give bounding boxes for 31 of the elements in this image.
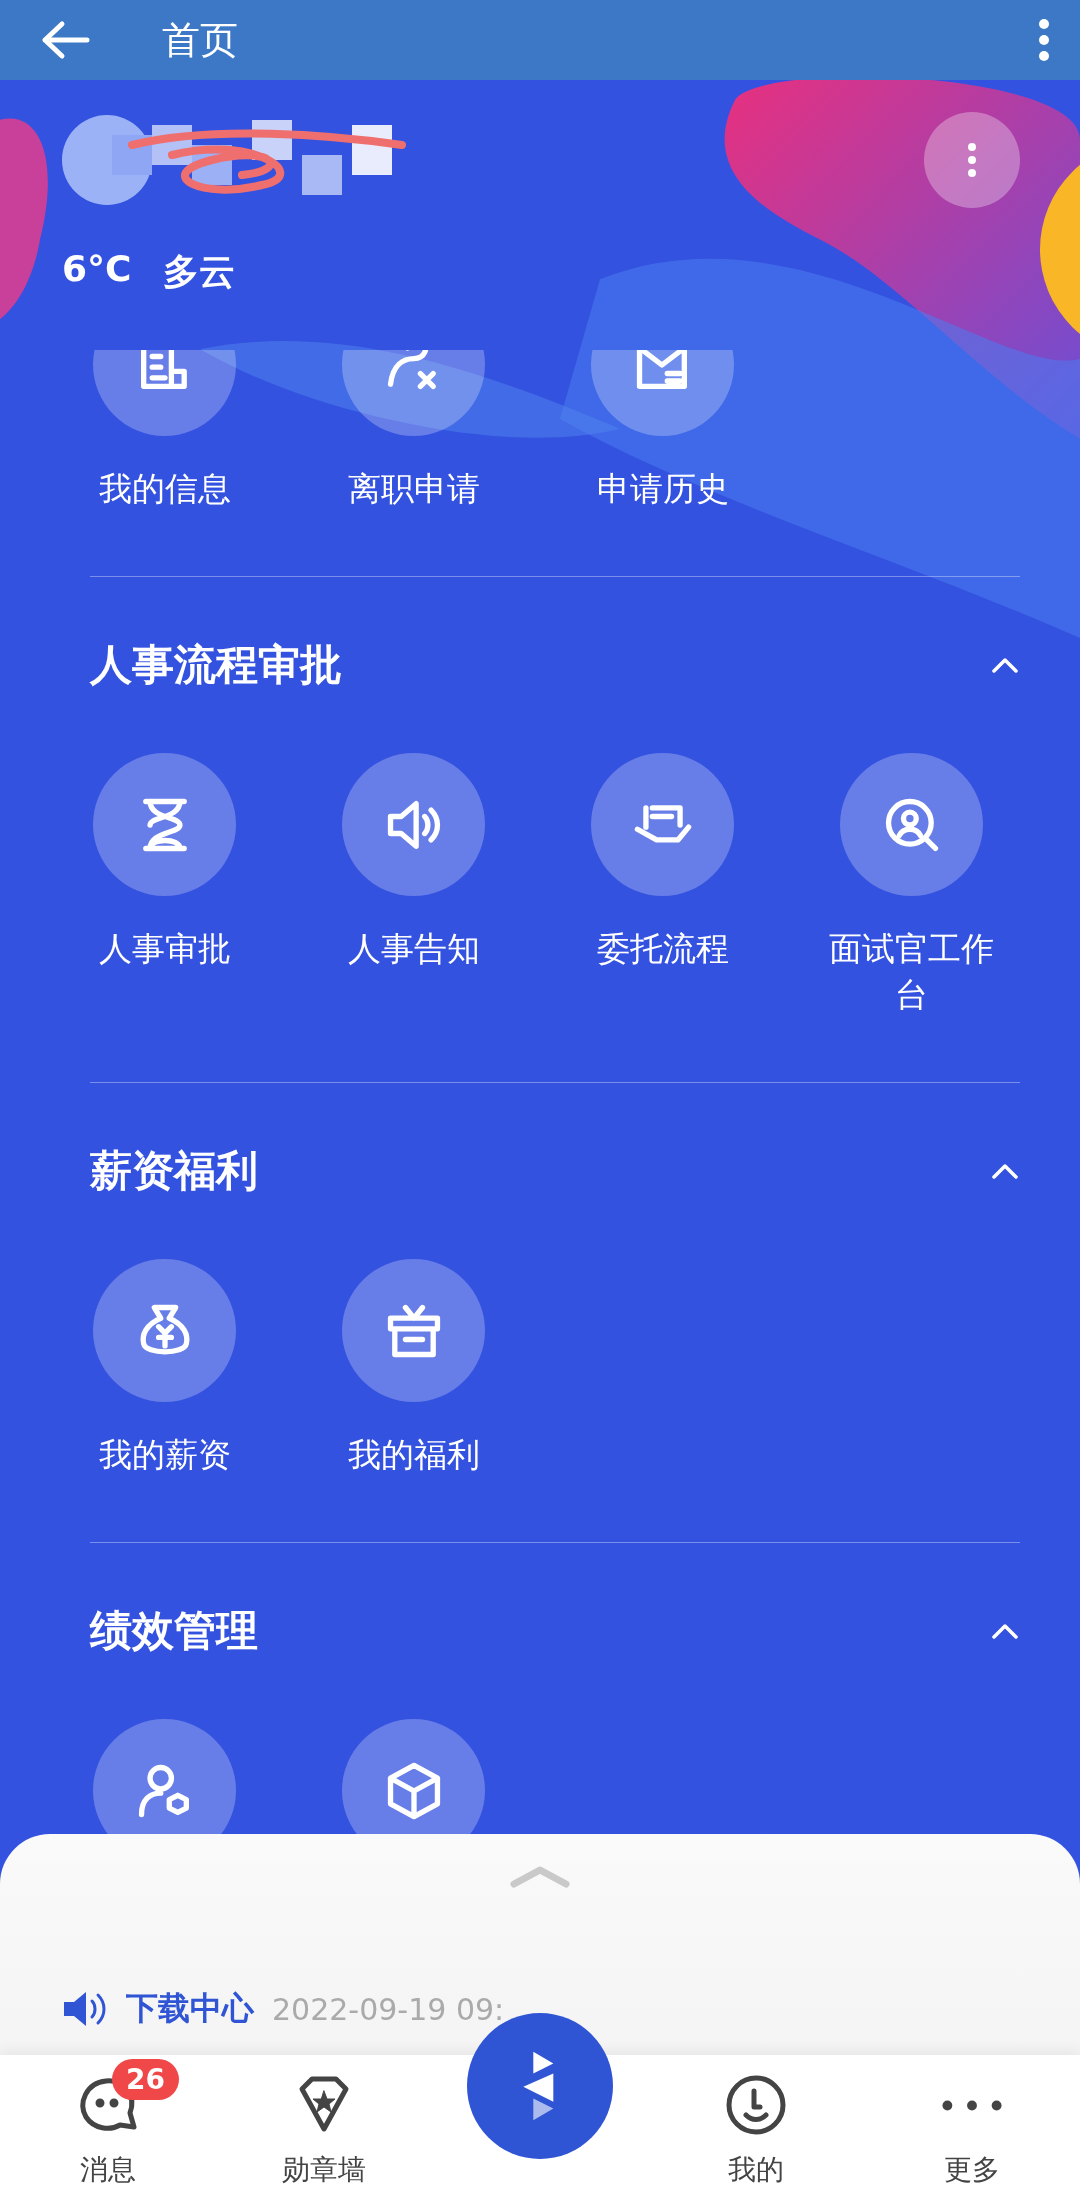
shortcut-label: 人事审批 <box>97 928 232 970</box>
section-title: 薪资福利 <box>90 1145 258 1197</box>
shortcut-label: 面试官工作台 <box>828 928 995 1016</box>
shortcut-label: 人事告知 <box>346 928 481 970</box>
tab[interactable]: 更多 <box>940 2055 1004 2203</box>
handle-icon[interactable] <box>508 1864 572 1888</box>
more-icon <box>967 142 977 178</box>
shortcut-label: 我的福利 <box>346 1434 481 1476</box>
tab[interactable]: 我的 <box>724 2055 788 2203</box>
chevron-icon[interactable] <box>990 655 1020 675</box>
smiley-icon <box>724 2073 788 2137</box>
shortcut-label: 我的信息 <box>97 468 232 510</box>
menu-icon[interactable] <box>1038 18 1050 62</box>
tab[interactable]: 勋章墙 <box>282 2055 366 2203</box>
shortcut-label: 我的薪资 <box>97 1434 232 1476</box>
page-title: 首页 <box>162 16 239 64</box>
weather-condition: 多云 <box>163 250 236 294</box>
shortcut-label: 离职申请 <box>346 468 481 510</box>
chevron-icon[interactable] <box>990 1161 1020 1181</box>
section-title: 绩效管理 <box>90 1605 258 1657</box>
shortcut-label: 委托流程 <box>595 928 730 970</box>
speaker-icon <box>62 1989 108 2029</box>
notice-source[interactable]: 下载中心 <box>126 1987 254 2031</box>
shortcut-label: 申请历史 <box>595 468 730 510</box>
chevron-icon[interactable] <box>990 1621 1020 1641</box>
section-title: 人事流程审批 <box>90 639 342 691</box>
unread-badge: 26 <box>112 2059 179 2100</box>
back-icon[interactable] <box>40 20 90 60</box>
notice-time: 2022-09-19 09: <box>272 1991 505 2027</box>
more-icon <box>940 2098 1004 2113</box>
temperature: 6°C <box>62 248 132 291</box>
